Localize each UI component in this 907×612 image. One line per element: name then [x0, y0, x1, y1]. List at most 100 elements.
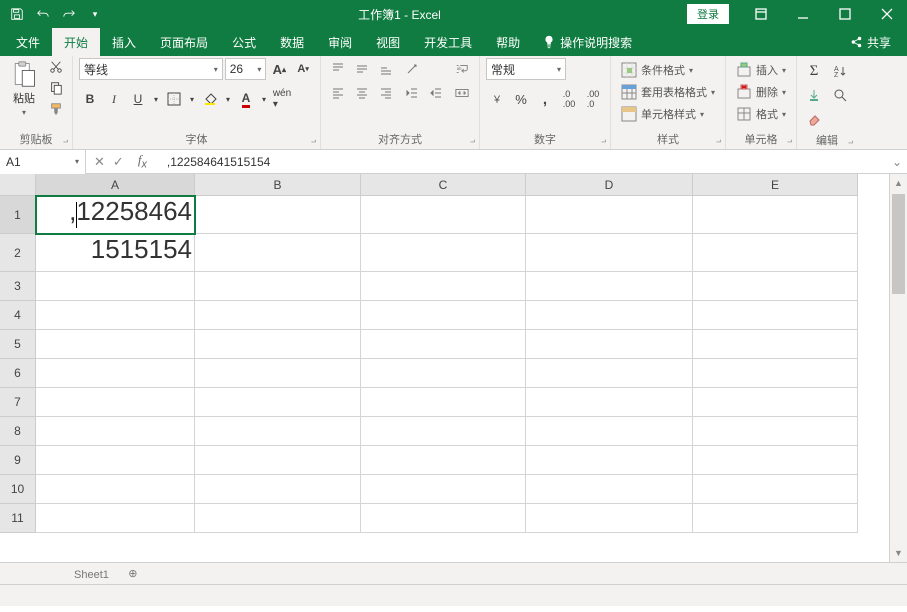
- cells-area[interactable]: ,122584641515154: [36, 196, 858, 533]
- tell-me-search[interactable]: 操作说明搜索: [542, 34, 632, 51]
- cell-D1[interactable]: [526, 196, 693, 234]
- cell-A4[interactable]: [36, 301, 195, 330]
- qat-customize-button[interactable]: ▾: [84, 3, 106, 25]
- cell-styles-button[interactable]: 单元格样式▾: [617, 104, 708, 124]
- confirm-edit-button[interactable]: ✓: [113, 154, 124, 170]
- vertical-scrollbar[interactable]: ▲ ▼: [889, 174, 907, 562]
- cell-A11[interactable]: [36, 504, 195, 533]
- format-cells-button[interactable]: 格式▾: [732, 104, 790, 124]
- borders-button[interactable]: [163, 88, 185, 110]
- tab-page-layout[interactable]: 页面布局: [148, 28, 220, 56]
- tab-review[interactable]: 审阅: [316, 28, 364, 56]
- row-header-4[interactable]: 4: [0, 301, 36, 330]
- copy-button[interactable]: [46, 79, 66, 97]
- align-middle-button[interactable]: [351, 58, 373, 80]
- cell-E4[interactable]: [693, 301, 858, 330]
- formula-input[interactable]: ,122584641515154: [161, 155, 887, 169]
- cell-D11[interactable]: [526, 504, 693, 533]
- find-select-button[interactable]: [829, 84, 851, 106]
- maximize-button[interactable]: [825, 0, 865, 28]
- cell-C10[interactable]: [361, 475, 526, 504]
- clear-button[interactable]: [803, 108, 825, 130]
- decrease-font-button[interactable]: A▾: [292, 58, 314, 80]
- cell-A5[interactable]: [36, 330, 195, 359]
- cell-C3[interactable]: [361, 272, 526, 301]
- cell-B1[interactable]: [195, 196, 361, 234]
- cell-E2[interactable]: [693, 234, 858, 272]
- scroll-down-button[interactable]: ▼: [890, 544, 907, 562]
- cell-D10[interactable]: [526, 475, 693, 504]
- increase-decimal-button[interactable]: .0.00: [558, 88, 580, 110]
- cell-E5[interactable]: [693, 330, 858, 359]
- cell-B2[interactable]: [195, 234, 361, 272]
- cell-C6[interactable]: [361, 359, 526, 388]
- cell-B11[interactable]: [195, 504, 361, 533]
- name-box[interactable]: A1▾: [0, 150, 86, 174]
- cell-C4[interactable]: [361, 301, 526, 330]
- increase-font-button[interactable]: A▴: [268, 58, 290, 80]
- cell-D9[interactable]: [526, 446, 693, 475]
- cell-C2[interactable]: [361, 234, 526, 272]
- cell-E11[interactable]: [693, 504, 858, 533]
- align-left-button[interactable]: [327, 82, 349, 104]
- cell-E6[interactable]: [693, 359, 858, 388]
- cell-D4[interactable]: [526, 301, 693, 330]
- sort-filter-button[interactable]: AZ: [829, 60, 851, 82]
- bold-button[interactable]: B: [79, 88, 101, 110]
- tab-data[interactable]: 数据: [268, 28, 316, 56]
- tab-formulas[interactable]: 公式: [220, 28, 268, 56]
- cell-B4[interactable]: [195, 301, 361, 330]
- save-button[interactable]: [6, 3, 28, 25]
- new-sheet-button[interactable]: ⊕: [123, 567, 143, 580]
- cell-E3[interactable]: [693, 272, 858, 301]
- format-painter-button[interactable]: [46, 100, 66, 118]
- cell-E7[interactable]: [693, 388, 858, 417]
- close-button[interactable]: [867, 0, 907, 28]
- column-header-B[interactable]: B: [195, 174, 361, 196]
- column-header-C[interactable]: C: [361, 174, 526, 196]
- row-header-7[interactable]: 7: [0, 388, 36, 417]
- number-format-combo[interactable]: 常规▾: [486, 58, 566, 80]
- row-header-11[interactable]: 11: [0, 504, 36, 533]
- cut-button[interactable]: [46, 58, 66, 76]
- insert-function-button[interactable]: fx: [132, 152, 153, 171]
- align-center-button[interactable]: [351, 82, 373, 104]
- cell-C1[interactable]: [361, 196, 526, 234]
- cell-D7[interactable]: [526, 388, 693, 417]
- cell-B6[interactable]: [195, 359, 361, 388]
- paste-button[interactable]: 粘贴 ▾: [6, 58, 42, 119]
- underline-dropdown[interactable]: ▾: [151, 88, 161, 110]
- wrap-text-button[interactable]: ab: [451, 58, 473, 80]
- undo-button[interactable]: [32, 3, 54, 25]
- cell-D3[interactable]: [526, 272, 693, 301]
- cell-C7[interactable]: [361, 388, 526, 417]
- insert-cells-button[interactable]: 插入▾: [732, 60, 790, 80]
- cell-C11[interactable]: [361, 504, 526, 533]
- tab-file[interactable]: 文件: [4, 28, 52, 56]
- login-button[interactable]: 登录: [687, 4, 729, 24]
- column-header-A[interactable]: A: [36, 174, 195, 196]
- orientation-button[interactable]: [401, 58, 423, 80]
- comma-button[interactable]: ,: [534, 88, 556, 110]
- decrease-decimal-button[interactable]: .00.0: [582, 88, 604, 110]
- cell-C9[interactable]: [361, 446, 526, 475]
- cell-A9[interactable]: [36, 446, 195, 475]
- cell-A1[interactable]: ,12258464: [36, 196, 195, 234]
- fill-color-dropdown[interactable]: ▾: [223, 88, 233, 110]
- align-top-button[interactable]: [327, 58, 349, 80]
- row-header-6[interactable]: 6: [0, 359, 36, 388]
- italic-button[interactable]: I: [103, 88, 125, 110]
- cancel-edit-button[interactable]: ✕: [94, 154, 105, 170]
- percent-button[interactable]: %: [510, 88, 532, 110]
- row-header-8[interactable]: 8: [0, 417, 36, 446]
- select-all-corner[interactable]: [0, 174, 36, 196]
- row-header-2[interactable]: 2: [0, 234, 36, 272]
- borders-dropdown[interactable]: ▾: [187, 88, 197, 110]
- tab-help[interactable]: 帮助: [484, 28, 532, 56]
- cell-D2[interactable]: [526, 234, 693, 272]
- cell-B8[interactable]: [195, 417, 361, 446]
- phonetic-guide-button[interactable]: wén▾: [271, 88, 293, 110]
- sheet-tab[interactable]: Sheet1: [60, 566, 123, 581]
- redo-button[interactable]: [58, 3, 80, 25]
- share-button[interactable]: 共享: [849, 34, 903, 51]
